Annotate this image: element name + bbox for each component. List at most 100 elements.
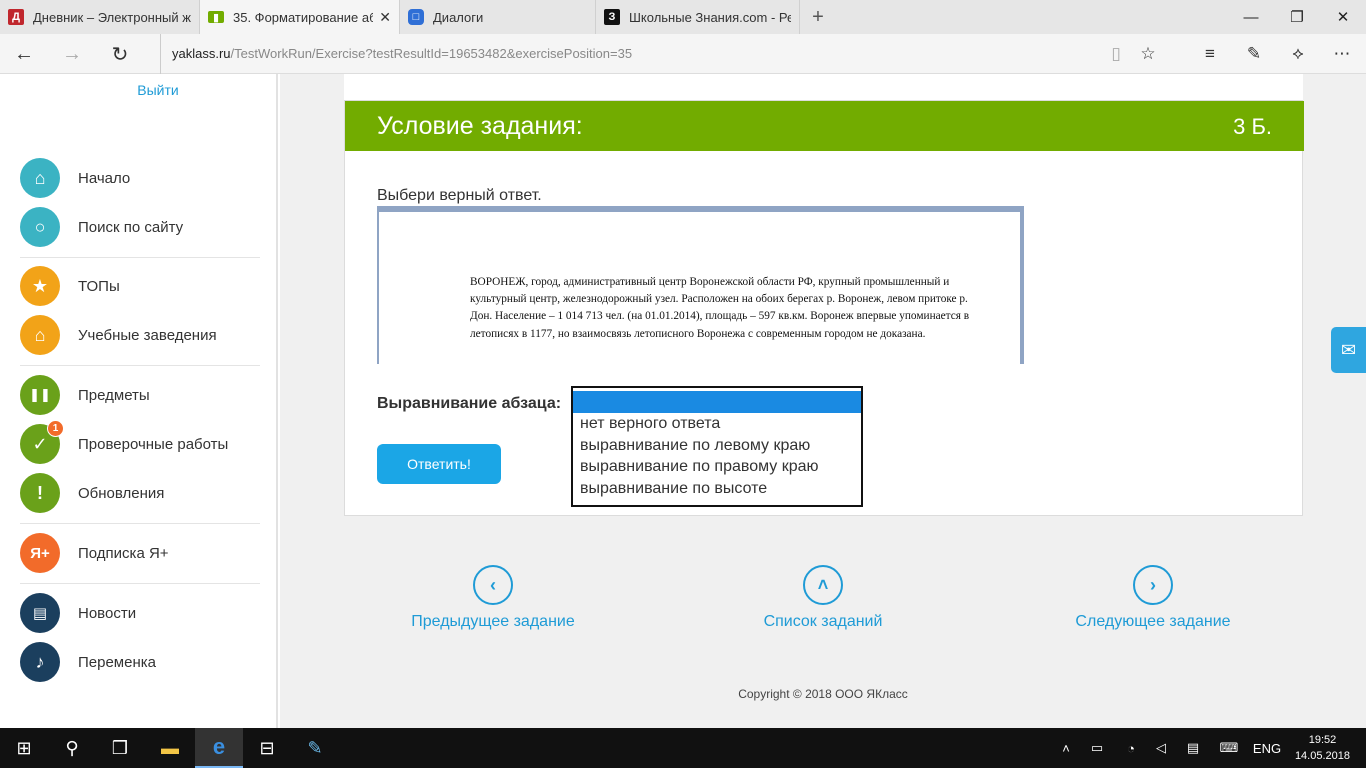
document-text: ВОРОНЕЖ, город, административный центр В… <box>470 276 970 340</box>
task-points: 3 Б. <box>1233 114 1272 139</box>
share-icon[interactable]: ⟡ <box>1278 34 1318 74</box>
windows-start-icon[interactable]: ⊞ <box>0 728 48 768</box>
next-task-label: Следующее задание <box>1075 613 1231 630</box>
chevron-right-icon: › <box>1133 565 1173 605</box>
browser-tab[interactable]: Д Дневник – Электронный ж <box>0 0 200 34</box>
prev-task-label: Предыдущее задание <box>411 613 575 630</box>
refresh-button[interactable]: ↻ <box>100 34 140 74</box>
sidebar-item-tests[interactable]: ✓ 1 Проверочные работы <box>20 420 229 464</box>
dropdown-option[interactable]: выравнивание по левому краю <box>573 435 861 457</box>
wifi-icon[interactable]: ◔ <box>1120 728 1142 768</box>
znanija-icon: З <box>604 9 620 25</box>
sidebar-item-home[interactable]: ⌂ Начало <box>20 158 130 198</box>
news-chat-icon: ▤ <box>20 593 60 633</box>
url-field[interactable]: yaklass.ru/TestWorkRun/Exercise?testResu… <box>160 34 632 74</box>
clock-time: 19:52 <box>1308 734 1337 746</box>
building-icon: ⌂ <box>20 315 60 355</box>
clock-date: 14.05.2018 <box>1294 750 1350 762</box>
sidebar-item-schools[interactable]: ⌂ Учебные заведения <box>20 315 217 355</box>
taskbar: ⊞ ⚲ ❒ ▬ e ⊟ ✎ ˄ ▭ ◔ ◁ ▤ ⌨ ENG 19:52 14.0… <box>0 728 1366 768</box>
volume-icon[interactable]: ◁ <box>1150 728 1172 768</box>
sidebar: Выйти ⌂ Начало ○ Поиск по сайту ★ ТОПы ⌂… <box>0 74 278 728</box>
dropdown-option[interactable]: выравнивание по высоте <box>573 478 861 500</box>
task-list-label: Список заданий <box>763 613 883 630</box>
document-image: ВОРОНЕЖ, город, административный центр В… <box>377 206 1024 364</box>
sidebar-item-label: Обновления <box>78 484 165 502</box>
sidebar-item-label: Учебные заведения <box>78 326 217 344</box>
divider <box>20 365 260 366</box>
sidebar-item-label: Переменка <box>78 653 156 671</box>
store-icon[interactable]: ⊟ <box>243 728 291 768</box>
chevron-left-icon: ‹ <box>473 565 513 605</box>
forward-button[interactable]: → <box>52 34 92 74</box>
tab-title: 35. Форматирование аб <box>233 9 373 25</box>
restore-button[interactable]: ❐ <box>1274 0 1320 34</box>
home-icon: ⌂ <box>20 158 60 198</box>
chevron-up-icon: ˄ <box>803 565 843 605</box>
sidebar-item-news[interactable]: ▤ Новости <box>20 593 136 633</box>
ya-plus-icon: Я+ <box>20 533 60 573</box>
alignment-dropdown[interactable]: нет верного ответа выравнивание по левом… <box>571 386 863 507</box>
minimize-button[interactable]: — <box>1228 0 1274 34</box>
paint-icon[interactable]: ✎ <box>291 728 339 768</box>
sidebar-item-label: ТОПы <box>78 277 120 295</box>
task-list-link[interactable]: ˄ Список заданий <box>693 565 953 631</box>
diary-icon: Д <box>8 9 24 25</box>
dropdown-option-empty[interactable] <box>573 391 861 413</box>
bell-icon: ♪ <box>20 642 60 682</box>
task-progress-strip <box>344 74 1303 100</box>
chat-icon: □ <box>408 9 424 25</box>
sidebar-item-label: Новости <box>78 604 137 622</box>
browser-tab[interactable]: □ Диалоги <box>400 0 596 34</box>
file-explorer-icon[interactable]: ▬ <box>146 728 194 768</box>
sidebar-item-break[interactable]: ♪ Переменка <box>20 642 156 682</box>
keyboard-icon[interactable]: ⌨ <box>1216 728 1242 768</box>
divider <box>20 523 260 524</box>
task-view-icon[interactable]: ❒ <box>96 728 144 768</box>
chevron-up-icon[interactable]: ˄ <box>1056 728 1076 768</box>
task-title: Условие задания: <box>377 112 583 140</box>
address-bar: ← → ↻ yaklass.ru/TestWorkRun/Exercise?te… <box>0 34 1366 74</box>
sidebar-item-search[interactable]: ○ Поиск по сайту <box>20 207 183 247</box>
sidebar-item-label: Начало <box>78 169 131 187</box>
browser-tab[interactable]: З Школьные Знания.com - Ре <box>596 0 800 34</box>
check-icon: ✓ 1 <box>20 420 64 464</box>
sidebar-item-label: Подписка Я+ <box>78 544 169 562</box>
sidebar-item-subjects[interactable]: ❚❚ Предметы <box>20 375 150 415</box>
exclamation-icon: ! <box>20 473 60 513</box>
browser-tab-bar: Д Дневник – Электронный ж ▮ 35. Форматир… <box>0 0 1366 34</box>
dropdown-option[interactable]: нет верного ответа <box>573 413 861 435</box>
url-host: yaklass.ru <box>172 46 231 61</box>
sidebar-item-subscription[interactable]: Я+ Подписка Я+ <box>20 533 169 573</box>
sidebar-item-tops[interactable]: ★ ТОПы <box>20 266 120 306</box>
notes-icon[interactable]: ▤ <box>1182 728 1204 768</box>
divider <box>20 583 260 584</box>
favorite-star-icon[interactable]: ☆ <box>1128 34 1168 74</box>
edge-icon[interactable]: e <box>195 728 243 768</box>
dropdown-option[interactable]: выравнивание по правому краю <box>573 456 861 478</box>
prev-task-link[interactable]: ‹ Предыдущее задание <box>363 565 623 631</box>
answer-button[interactable]: Ответить! <box>377 444 501 484</box>
sidebar-item-label: Поиск по сайту <box>78 218 184 236</box>
next-task-link[interactable]: › Следующее задание <box>1023 565 1283 631</box>
close-icon[interactable]: ✕ <box>379 9 391 26</box>
sidebar-item-updates[interactable]: ! Обновления <box>20 473 164 513</box>
back-button[interactable]: ← <box>4 34 44 74</box>
battery-icon[interactable]: ▭ <box>1086 728 1108 768</box>
web-note-icon[interactable]: ✎ <box>1234 34 1274 74</box>
hub-icon[interactable]: ≡ <box>1190 34 1230 74</box>
more-icon[interactable]: ⋯ <box>1322 34 1362 74</box>
browser-tab-active[interactable]: ▮ 35. Форматирование аб ✕ <box>200 0 400 34</box>
new-tab-button[interactable]: + <box>800 0 836 34</box>
tab-title: Дневник – Электронный ж <box>33 9 191 25</box>
window-close-button[interactable]: ✕ <box>1320 0 1366 34</box>
clock[interactable]: 19:52 14.05.2018 <box>1295 732 1350 764</box>
search-icon: ○ <box>20 207 60 247</box>
mail-icon[interactable]: ✉ <box>1331 327 1366 373</box>
task-header: Условие задания: 3 Б. <box>345 101 1304 151</box>
language-indicator[interactable]: ENG <box>1250 728 1284 768</box>
logout-link[interactable]: Выйти <box>0 82 316 98</box>
search-icon[interactable]: ⚲ <box>48 728 96 768</box>
sidebar-item-label: Предметы <box>78 386 150 404</box>
sidebar-item-label: Проверочные работы <box>78 435 229 453</box>
